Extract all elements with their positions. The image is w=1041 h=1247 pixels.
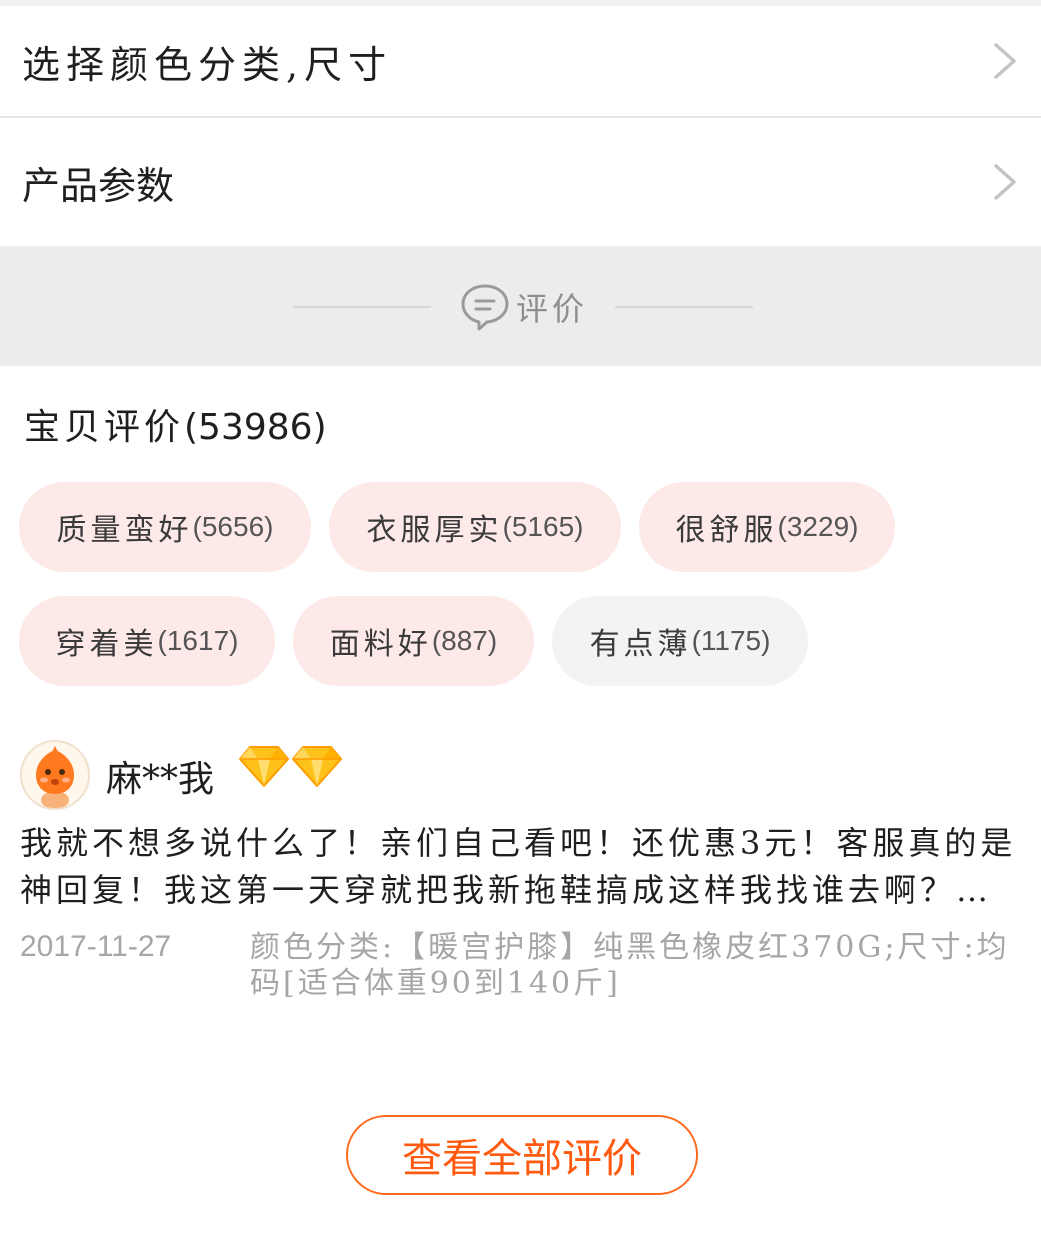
diamond-icon [292,746,342,787]
review-tag-count: (1175) [691,625,771,656]
review-tag-text: 有点薄 [589,627,692,662]
review-tag-count: (3229) [777,511,859,542]
review-tag-text: 很舒服 [675,513,778,548]
diamond-icon [239,746,289,787]
chevron-right-icon [994,43,1016,79]
review-tag[interactable]: 质量蛮好 (5656) [19,482,311,572]
review-tag-text: 衣服厚实 [366,513,503,548]
review-section-title: 评价 [516,290,589,328]
comment-icon [461,284,509,331]
review-section-header: 评价 [0,246,1041,366]
sku-selector-row[interactable]: 选择颜色分类,尺寸 [0,6,1041,116]
review-tag[interactable]: 衣服厚实 (5165) [329,482,621,572]
review-tag-text: 面料好 [329,627,432,662]
review-sku-info: 颜色分类:【暖宫护膝】纯黑色橡皮红370G;尺寸:均码[适合体重90到140斤] [250,930,1010,1001]
sku-selector-label: 选择颜色分类,尺寸 [22,42,393,87]
avatar[interactable] [20,740,90,810]
ratings-title-text: 宝贝评价 [24,407,185,448]
review-tag[interactable]: 面料好 (887) [293,596,534,686]
ratings-title: 宝贝评价(53986) [24,398,327,450]
mascot-icon [22,742,88,808]
review-tag[interactable]: 穿着美 (1617) [19,596,275,686]
review-tag-count: (5165) [502,511,584,542]
chevron-right-icon [994,164,1016,200]
review-date: 2017-11-27 [20,930,172,963]
view-all-reviews-button[interactable]: 查看全部评价 [346,1115,698,1195]
review-tag[interactable]: 很舒服 (3229) [639,482,895,572]
ratings-total-count: (53986) [184,407,327,448]
review-tag-count: (887) [431,625,498,656]
review-tag[interactable]: 有点薄 (1175) [552,596,808,686]
header-line-left [293,306,431,308]
header-line-right [615,306,753,308]
product-params-row[interactable]: 产品参数 [0,118,1041,246]
review-tag-text: 质量蛮好 [56,513,193,548]
reviewer-name: 麻**我 [106,759,215,800]
review-tag-text: 穿着美 [55,627,158,662]
review-tag-count: (1617) [157,625,239,656]
product-params-label: 产品参数 [22,163,175,208]
review-tag-count: (5656) [192,511,274,542]
review-text: 我就不想多说什么了！亲们自己看吧！还优惠3元！客服真的是神回复！我这第一天穿就把… [20,824,1017,909]
